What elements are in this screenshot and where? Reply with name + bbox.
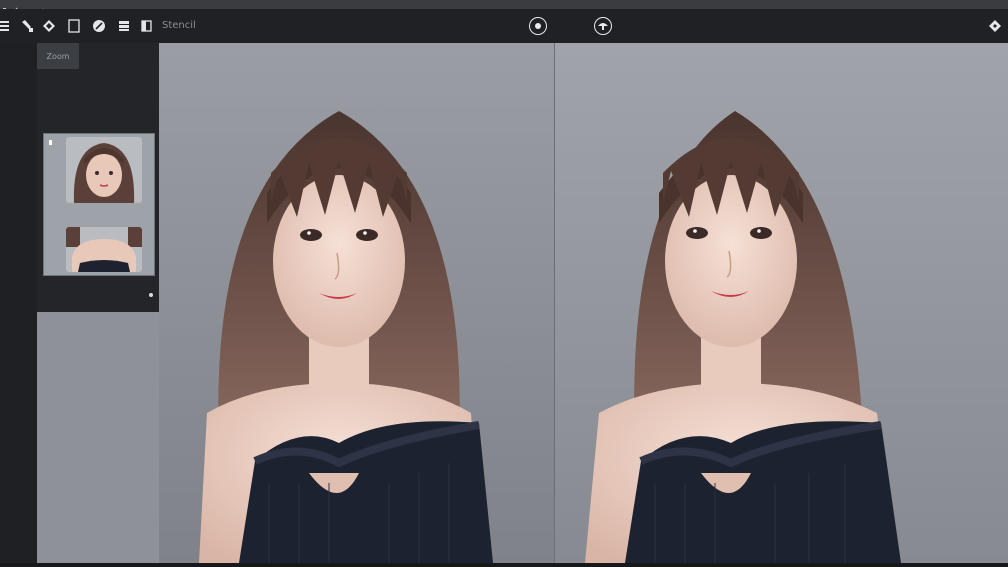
brush-icon[interactable] — [18, 17, 36, 35]
rectangle-icon[interactable] — [65, 17, 83, 35]
circle-target-icon[interactable] — [529, 17, 547, 35]
status-bar — [0, 563, 1008, 567]
layers-icon[interactable] — [115, 17, 133, 35]
thumbnail-marker — [49, 140, 52, 145]
main-toolbar: Stencil — [0, 9, 1008, 44]
title-strip — [0, 0, 1008, 15]
app-logo-icon — [2, 0, 8, 14]
menu-icon[interactable] — [0, 17, 14, 35]
tool-label: Stencil — [162, 20, 196, 31]
portrait-left — [159, 43, 554, 563]
zoom-tab[interactable]: Zoom — [37, 43, 79, 69]
panel-icon[interactable] — [138, 17, 156, 35]
panel-resize-handle[interactable] — [149, 293, 153, 297]
canvas-left[interactable] — [159, 43, 554, 563]
thumbnail-face[interactable] — [66, 137, 142, 203]
left-rail — [0, 43, 37, 567]
canvas-right[interactable] — [555, 43, 1008, 563]
navigator-panel: Zoom — [37, 43, 159, 312]
thumbnail-box — [43, 133, 155, 276]
edit-icon[interactable] — [12, 0, 18, 15]
record-icon[interactable] — [40, 0, 46, 14]
mushroom-icon[interactable] — [594, 17, 612, 35]
portrait-right — [555, 43, 1008, 563]
pen-icon[interactable] — [40, 17, 58, 35]
eraser-icon[interactable] — [90, 17, 108, 35]
canvas-left-extension — [37, 312, 159, 563]
thumbnail-body[interactable] — [66, 227, 142, 272]
pin-icon[interactable] — [986, 17, 1004, 35]
